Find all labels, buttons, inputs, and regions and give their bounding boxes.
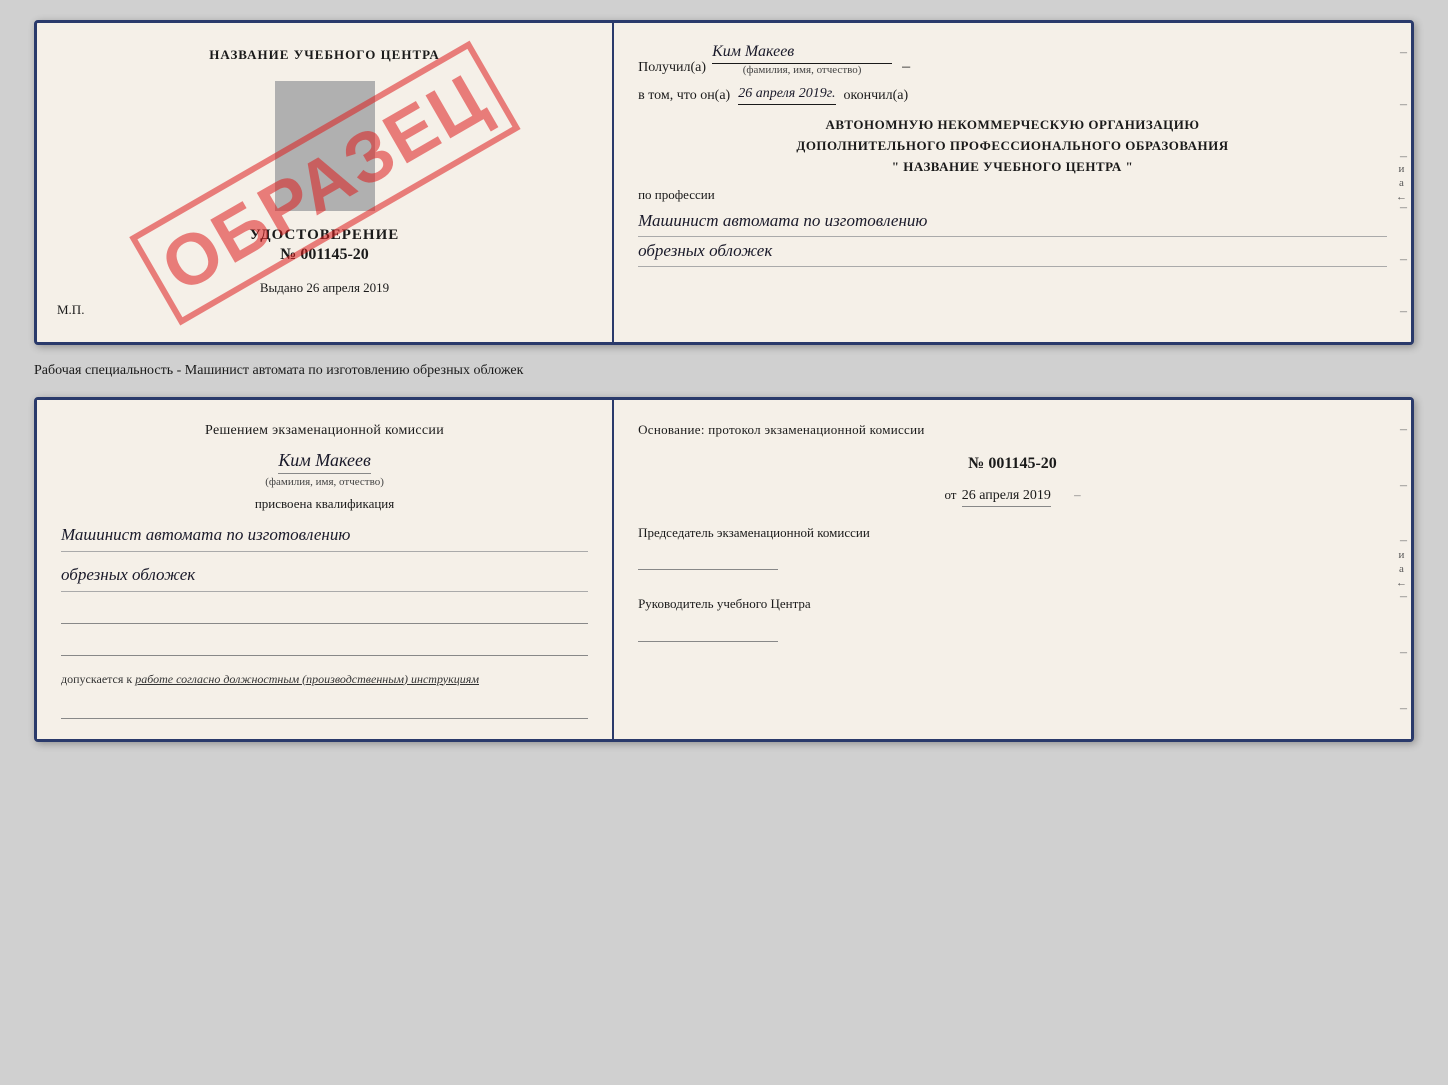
profession-block: по профессии Машинист автомата по изгото…: [638, 187, 1387, 267]
separator-label: Рабочая специальность - Машинист автомат…: [34, 363, 523, 378]
profession-line2: обрезных обложек: [638, 237, 1387, 267]
dopuskaetsya-block: допускается к работе согласно должностны…: [61, 672, 588, 687]
protocol-date: 26 апреля 2019: [962, 488, 1051, 507]
separator-text: Рабочая специальность - Машинист автомат…: [34, 357, 1414, 385]
mp-label: М.П.: [57, 302, 84, 318]
prisvoena-text: присвоена квалификация: [61, 496, 588, 512]
photo-placeholder: [275, 81, 375, 211]
blank-line-3: [61, 699, 588, 719]
bottom-document-card: Решением экзаменационной комиссии Ким Ма…: [34, 397, 1414, 742]
osnov-text: Основание: протокол экзаменационной коми…: [638, 420, 1387, 441]
right-dashes: – – – – – –: [1400, 23, 1407, 342]
kvalif-line2: обрезных обложек: [61, 560, 588, 592]
top-doc-left-panel: НАЗВАНИЕ УЧЕБНОГО ЦЕНТРА ОБРАЗЕЦ УДОСТОВ…: [37, 23, 614, 342]
org-line2: ДОПОЛНИТЕЛЬНОГО ПРОФЕССИОНАЛЬНОГО ОБРАЗО…: [638, 136, 1387, 157]
rukovoditel-signature-line: [638, 622, 778, 642]
protocol-number: № 001145-20: [638, 455, 1387, 473]
recipient-line: Получил(а) Ким Макеев (фамилия, имя, отч…: [638, 43, 1387, 76]
fio-sublabel: (фамилия, имя, отчество): [743, 64, 862, 76]
rukovoditel-label: Руководитель учебного Центра: [638, 594, 1387, 614]
profession-line1: Машинист автомата по изготовлению: [638, 207, 1387, 237]
ot-prefix: от: [944, 487, 956, 502]
ot-dash: –: [1074, 487, 1081, 502]
org-line1: АВТОНОМНУЮ НЕКОММЕРЧЕСКУЮ ОРГАНИЗАЦИЮ: [638, 115, 1387, 136]
udostoverenie-label: УДОСТОВЕРЕНИЕ: [250, 227, 400, 244]
dash-after-name: –: [898, 58, 910, 76]
blank-line-1: [61, 604, 588, 624]
predsedatel-block: Председатель экзаменационной комиссии: [638, 523, 1387, 571]
top-doc-right-panel: Получил(а) Ким Макеев (фамилия, имя, отч…: [614, 23, 1411, 342]
vtom-line: в том, что он(а) 26 апреля 2019г. окончи…: [638, 86, 1387, 105]
org-line3: " НАЗВАНИЕ УЧЕБНОГО ЦЕНТРА ": [638, 157, 1387, 178]
vydano-label: Выдано: [260, 280, 303, 295]
bottom-doc-right-panel: Основание: протокол экзаменационной коми…: [614, 400, 1411, 739]
okonchil-label: окончил(а): [844, 88, 909, 104]
rukovoditel-block: Руководитель учебного Центра: [638, 594, 1387, 642]
bottom-right-dashes: – – – – – –: [1400, 400, 1407, 739]
protocol-date-line: от 26 апреля 2019 –: [638, 487, 1387, 507]
org-block: АВТОНОМНУЮ НЕКОММЕРЧЕСКУЮ ОРГАНИЗАЦИЮ ДО…: [638, 115, 1387, 177]
vtom-date: 26 апреля 2019г.: [738, 86, 835, 105]
top-document-card: НАЗВАНИЕ УЧЕБНОГО ЦЕНТРА ОБРАЗЕЦ УДОСТОВ…: [34, 20, 1414, 345]
predsedatel-signature-line: [638, 550, 778, 570]
dopuskaetsya-italic: работе согласно должностным (производств…: [135, 672, 479, 686]
predsedatel-label: Председатель экзаменационной комиссии: [638, 523, 1387, 543]
school-title-top: НАЗВАНИЕ УЧЕБНОГО ЦЕНТРА: [209, 47, 440, 63]
recipient-name: Ким Макеев: [712, 43, 892, 64]
document-container: НАЗВАНИЕ УЧЕБНОГО ЦЕНТРА ОБРАЗЕЦ УДОСТОВ…: [34, 20, 1414, 742]
poluchil-label: Получил(а): [638, 60, 706, 76]
vydano-line: Выдано 26 апреля 2019: [260, 264, 389, 296]
po-professii-label: по профессии: [638, 187, 1387, 203]
komissia-person-name: Ким Макеев: [278, 450, 370, 474]
komissia-text: Решением экзаменационной комиссии: [61, 420, 588, 442]
komissia-fio-label: (фамилия, имя, отчество): [265, 476, 384, 488]
udostoverenie-number: № 001145-20: [280, 246, 369, 264]
vydano-date: 26 апреля 2019: [306, 280, 389, 295]
bottom-doc-left-panel: Решением экзаменационной комиссии Ким Ма…: [37, 400, 614, 739]
kvalif-line1: Машинист автомата по изготовлению: [61, 520, 588, 552]
vtom-prefix: в том, что он(а): [638, 88, 730, 104]
blank-line-2: [61, 636, 588, 656]
dopuskaetsya-prefix: допускается к: [61, 672, 132, 686]
